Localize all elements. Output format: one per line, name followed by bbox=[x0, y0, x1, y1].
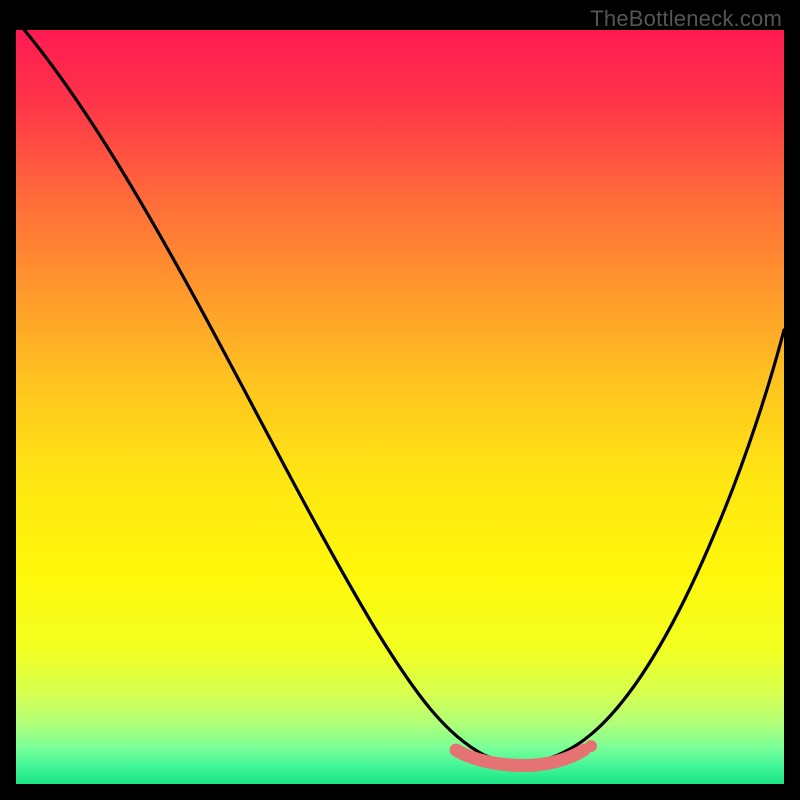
curve-line bbox=[16, 30, 784, 763]
plot-area bbox=[16, 30, 784, 784]
watermark-text: TheBottleneck.com bbox=[590, 6, 782, 32]
marker-dot bbox=[585, 740, 597, 752]
bottleneck-curve bbox=[16, 30, 784, 784]
optimal-range-highlight bbox=[456, 750, 584, 765]
chart-frame: TheBottleneck.com bbox=[0, 0, 800, 800]
